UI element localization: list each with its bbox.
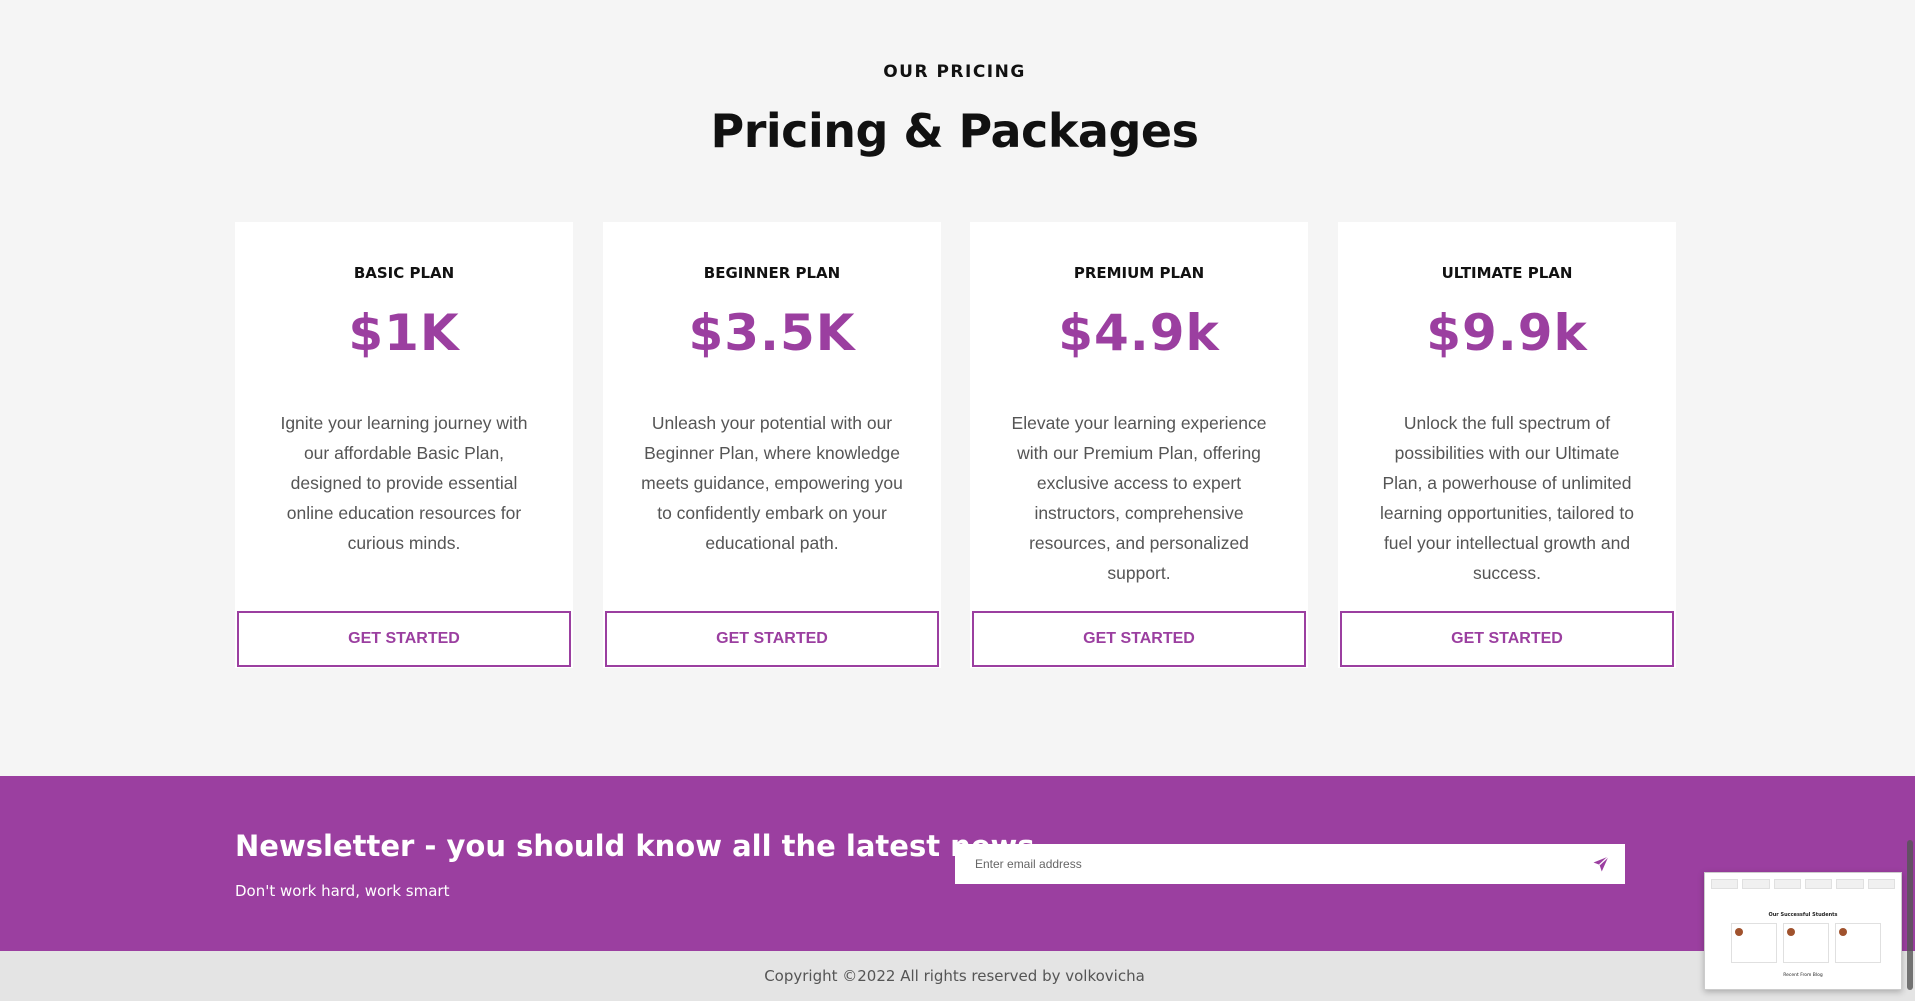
- get-started-button[interactable]: GET STARTED: [1340, 611, 1674, 667]
- pricing-card-ultimate: ULTIMATE PLAN $9.9k Unlock the full spec…: [1338, 222, 1676, 668]
- pricing-cards: BASIC PLAN $1K Ignite your learning jour…: [235, 222, 1676, 668]
- section-title: Pricing & Packages: [710, 104, 1199, 158]
- plan-price: $1K: [348, 304, 460, 362]
- plan-price: $9.9k: [1426, 304, 1588, 362]
- plan-description: Ignite your learning journey with our af…: [280, 413, 528, 553]
- pricing-card-premium: PREMIUM PLAN $4.9k Elevate your learning…: [970, 222, 1308, 668]
- newsletter-section: Newsletter - you should know all the lat…: [0, 776, 1915, 951]
- newsletter-title: Newsletter - you should know all the lat…: [235, 829, 1035, 863]
- email-input[interactable]: [955, 844, 1577, 884]
- plan-description: Unlock the full spectrum of possibilitie…: [1380, 413, 1634, 583]
- section-eyebrow: OUR PRICING: [883, 62, 1026, 82]
- get-started-button[interactable]: GET STARTED: [237, 611, 571, 667]
- plan-name: BEGINNER PLAN: [703, 264, 841, 282]
- thumbnail-cards: [1731, 923, 1881, 963]
- copyright-text: Copyright ©2022 All rights reserved by v…: [764, 967, 1145, 985]
- pricing-section: OUR PRICING Pricing & Packages BASIC PLA…: [0, 0, 1915, 776]
- newsletter-subtitle: Don't work hard, work smart: [235, 882, 450, 900]
- thumbnail-footer: Recent From Blog: [1783, 973, 1823, 978]
- plan-description: Elevate your learning experience with ou…: [1011, 413, 1267, 583]
- plan-price: $3.5K: [688, 304, 856, 362]
- pricing-card-basic: BASIC PLAN $1K Ignite your learning jour…: [235, 222, 573, 668]
- plan-name: BASIC PLAN: [353, 264, 455, 282]
- thumbnail-tabs: [1711, 879, 1895, 889]
- plan-name: PREMIUM PLAN: [1073, 264, 1205, 282]
- pricing-card-beginner: BEGINNER PLAN $3.5K Unleash your potenti…: [603, 222, 941, 668]
- newsletter-form: [955, 844, 1625, 884]
- plan-price: $4.9k: [1058, 304, 1220, 362]
- footer: Copyright ©2022 All rights reserved by v…: [0, 951, 1915, 1001]
- plan-name: ULTIMATE PLAN: [1441, 264, 1573, 282]
- get-started-button[interactable]: GET STARTED: [605, 611, 939, 667]
- paper-plane-icon[interactable]: [1577, 844, 1625, 884]
- thumbnail-title: Our Successful Students: [1768, 912, 1838, 918]
- get-started-button[interactable]: GET STARTED: [972, 611, 1306, 667]
- scrollbar[interactable]: [1907, 840, 1913, 990]
- page-preview-thumbnail[interactable]: Our Successful Students Recent From Blog: [1704, 872, 1902, 990]
- plan-description: Unleash your potential with our Beginner…: [641, 413, 903, 553]
